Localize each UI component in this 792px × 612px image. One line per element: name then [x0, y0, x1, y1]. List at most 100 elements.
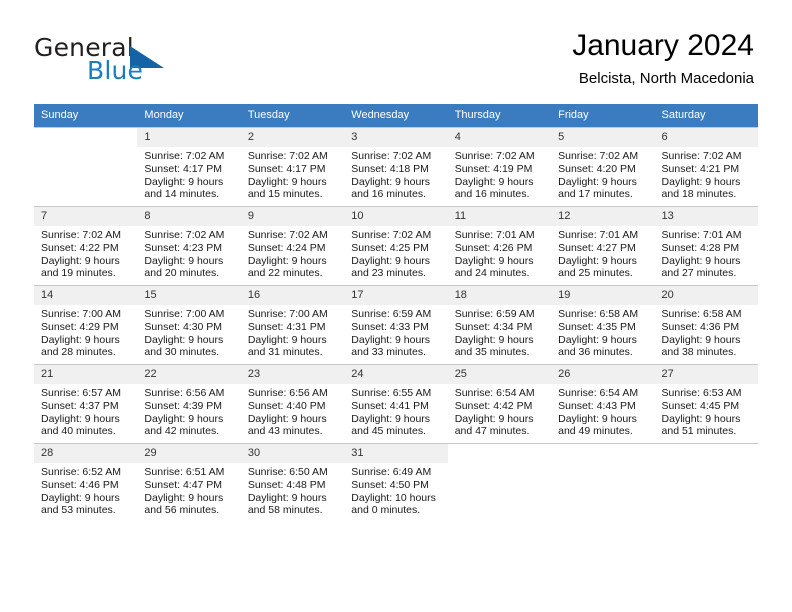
day-number: 27 [654, 365, 758, 384]
daylight-text-line2: and 27 minutes. [661, 267, 737, 280]
daylight-text-line1: Daylight: 9 hours [247, 491, 327, 504]
daylight-text-line2: and 51 minutes. [661, 425, 737, 438]
sunrise-text: Sunrise: 6:50 AM [247, 466, 328, 478]
calendar-day-cell[interactable]: 5 Sunrise: 7:02 AM Sunset: 4:20 PM Daylight… [551, 127, 655, 207]
calendar-day-cell[interactable]: 24 Sunrise: 6:55 AM Sunset: 4:41 PM Dayligh… [344, 364, 448, 444]
sunset-text: Sunset: 4:43 PM [558, 399, 636, 412]
daylight-text-line1: Daylight: 9 hours [351, 333, 431, 346]
sunset-text: Sunset: 4:26 PM [454, 241, 533, 254]
daylight-text-line1: Daylight: 9 hours [454, 254, 534, 267]
calendar-day-cell[interactable]: 16 Sunrise: 7:00 AM Sunset: 4:31 PM Dayligh… [240, 285, 345, 365]
daylight-text-line2: and 45 minutes. [351, 425, 426, 438]
calendar-day-cell[interactable]: 11 Sunrise: 7:01 AM Sunset: 4:26 PM Dayligh… [447, 206, 552, 286]
calendar-day-cell[interactable]: 14 Sunrise: 7:00 AM Sunset: 4:29 PM Dayligh… [34, 285, 138, 365]
calendar-day-cell[interactable]: 2 Sunrise: 7:02 AM Sunset: 4:17 PM Daylight… [240, 127, 345, 207]
calendar-day-cell[interactable]: 29 Sunrise: 6:51 AM Sunset: 4:47 PM Dayligh… [137, 443, 241, 522]
sunrise-text: Sunrise: 7:02 AM [558, 150, 639, 162]
sunrise-text: Sunrise: 6:59 AM [351, 308, 432, 320]
sunset-text: Sunset: 4:46 PM [41, 478, 119, 491]
day-cell-inner [655, 444, 758, 522]
day-number: 2 [240, 128, 345, 147]
day-number: 17 [344, 286, 448, 305]
calendar-day-cell[interactable]: 27 Sunrise: 6:53 AM Sunset: 4:45 PM Dayligh… [654, 364, 758, 444]
general-blue-logo[interactable]: General Blue [34, 34, 274, 92]
calendar-day-cell[interactable]: 6 Sunrise: 7:02 AM Sunset: 4:21 PM Daylight… [654, 127, 758, 207]
daylight-text-line2: and 30 minutes. [144, 346, 220, 359]
calendar-day-cell[interactable]: 20 Sunrise: 6:58 AM Sunset: 4:36 PM Dayligh… [654, 285, 758, 365]
daylight-text-line1: Daylight: 10 hours [351, 491, 436, 504]
day-cell-inner: 27 Sunrise: 6:53 AM Sunset: 4:45 PM Dayligh… [654, 365, 758, 443]
sunset-text: Sunset: 4:20 PM [558, 162, 636, 175]
calendar-day-cell[interactable]: 10 Sunrise: 7:02 AM Sunset: 4:25 PM Dayligh… [344, 206, 448, 286]
daylight-text-line2: and 25 minutes. [558, 267, 633, 280]
sunrise-text: Sunrise: 7:01 AM [661, 229, 742, 241]
day-number: 18 [447, 286, 552, 305]
calendar-day-cell[interactable]: 12 Sunrise: 7:01 AM Sunset: 4:27 PM Dayligh… [551, 206, 655, 286]
sunrise-text: Sunrise: 7:02 AM [247, 229, 328, 241]
day-details: Sunrise: 6:59 AM Sunset: 4:33 PM Daylight:… [344, 305, 447, 359]
day-cell-inner: 14 Sunrise: 7:00 AM Sunset: 4:29 PM Dayligh… [34, 286, 138, 364]
calendar-day-cell[interactable]: 22 Sunrise: 6:56 AM Sunset: 4:39 PM Dayligh… [137, 364, 241, 444]
daylight-text-line2: and 58 minutes. [247, 504, 323, 517]
day-cell-inner: 22 Sunrise: 6:56 AM Sunset: 4:39 PM Dayligh… [137, 365, 241, 443]
calendar-day-cell[interactable]: 1 Sunrise: 7:02 AM Sunset: 4:17 PM Daylight… [137, 127, 241, 207]
day-cell-inner: 31 Sunrise: 6:49 AM Sunset: 4:50 PM Dayligh… [344, 444, 448, 522]
calendar-day-cell[interactable]: 13 Sunrise: 7:01 AM Sunset: 4:28 PM Dayligh… [654, 206, 758, 286]
sunrise-text: Sunrise: 6:49 AM [351, 466, 432, 478]
daylight-text-line2: and 22 minutes. [247, 267, 323, 280]
calendar-day-cell[interactable]: 7 Sunrise: 7:02 AM Sunset: 4:22 PM Daylight… [34, 206, 138, 286]
day-number: 7 [34, 207, 138, 226]
calendar-day-cell[interactable]: 21 Sunrise: 6:57 AM Sunset: 4:37 PM Dayligh… [34, 364, 138, 444]
day-details: Sunrise: 6:53 AM Sunset: 4:45 PM Daylight:… [655, 384, 758, 438]
day-cell-inner: 9 Sunrise: 7:02 AM Sunset: 4:24 PM Daylight… [240, 207, 345, 285]
daylight-text-line1: Daylight: 9 hours [144, 412, 224, 425]
calendar-day-cell[interactable]: 4 Sunrise: 7:02 AM Sunset: 4:19 PM Daylight… [447, 127, 552, 207]
day-number: 26 [551, 365, 655, 384]
sunset-text: Sunset: 4:36 PM [661, 320, 740, 333]
daylight-text-line2: and 53 minutes. [41, 504, 116, 517]
day-number: 16 [240, 286, 345, 305]
calendar-day-cell[interactable]: 9 Sunrise: 7:02 AM Sunset: 4:24 PM Daylight… [240, 206, 345, 286]
daylight-text-line1: Daylight: 9 hours [41, 491, 120, 504]
sunset-text: Sunset: 4:33 PM [351, 320, 429, 333]
day-details: Sunrise: 6:54 AM Sunset: 4:43 PM Daylight:… [551, 384, 654, 438]
sunset-text: Sunset: 4:28 PM [661, 241, 740, 254]
day-cell-inner: 8 Sunrise: 7:02 AM Sunset: 4:23 PM Daylight… [137, 207, 241, 285]
calendar-day-cell[interactable]: 17 Sunrise: 6:59 AM Sunset: 4:33 PM Dayligh… [344, 285, 448, 365]
day-cell-inner: 10 Sunrise: 7:02 AM Sunset: 4:25 PM Dayligh… [344, 207, 448, 285]
daylight-text-line2: and 33 minutes. [351, 346, 426, 359]
weekday-header-tuesday: Tuesday [240, 104, 345, 128]
calendar-day-cell[interactable]: 30 Sunrise: 6:50 AM Sunset: 4:48 PM Dayligh… [240, 443, 345, 522]
calendar-day-cell[interactable]: 25 Sunrise: 6:54 AM Sunset: 4:42 PM Dayligh… [447, 364, 552, 444]
day-details: Sunrise: 6:51 AM Sunset: 4:47 PM Daylight:… [137, 463, 240, 517]
daylight-text-line1: Daylight: 9 hours [661, 254, 741, 267]
calendar-day-cell[interactable]: 3 Sunrise: 7:02 AM Sunset: 4:18 PM Daylight… [344, 127, 448, 207]
day-number: 23 [240, 365, 345, 384]
calendar-day-cell[interactable]: 15 Sunrise: 7:00 AM Sunset: 4:30 PM Dayligh… [137, 285, 241, 365]
calendar-day-cell[interactable]: 19 Sunrise: 6:58 AM Sunset: 4:35 PM Dayligh… [551, 285, 655, 365]
sunrise-text: Sunrise: 7:02 AM [41, 229, 121, 241]
daylight-text-line2: and 56 minutes. [144, 504, 220, 517]
day-cell-inner [448, 444, 551, 522]
calendar-day-cell[interactable]: 26 Sunrise: 6:54 AM Sunset: 4:43 PM Dayligh… [551, 364, 655, 444]
daylight-text-line2: and 42 minutes. [144, 425, 220, 438]
calendar-day-cell[interactable]: 23 Sunrise: 6:56 AM Sunset: 4:40 PM Dayligh… [240, 364, 345, 444]
day-details: Sunrise: 7:02 AM Sunset: 4:17 PM Daylight:… [241, 147, 344, 201]
calendar-day-cell[interactable]: 28 Sunrise: 6:52 AM Sunset: 4:46 PM Dayligh… [34, 443, 138, 522]
day-number: 22 [137, 365, 241, 384]
daylight-text-line1: Daylight: 9 hours [144, 254, 224, 267]
day-details: Sunrise: 6:56 AM Sunset: 4:39 PM Daylight:… [137, 384, 240, 438]
page-title: January 2024 [572, 29, 754, 62]
daylight-text-line1: Daylight: 9 hours [41, 333, 120, 346]
day-details: Sunrise: 7:02 AM Sunset: 4:21 PM Daylight:… [655, 147, 758, 201]
calendar-day-cell[interactable]: 8 Sunrise: 7:02 AM Sunset: 4:23 PM Daylight… [137, 206, 241, 286]
day-cell-inner: 21 Sunrise: 6:57 AM Sunset: 4:37 PM Dayligh… [34, 365, 138, 443]
day-number: 11 [447, 207, 552, 226]
calendar-day-cell[interactable]: 18 Sunrise: 6:59 AM Sunset: 4:34 PM Dayligh… [447, 285, 552, 365]
calendar-day-cell[interactable]: 31 Sunrise: 6:49 AM Sunset: 4:50 PM Dayligh… [344, 443, 448, 522]
daylight-text-line2: and 28 minutes. [41, 346, 116, 359]
daylight-text-line2: and 47 minutes. [454, 425, 530, 438]
day-details: Sunrise: 6:58 AM Sunset: 4:36 PM Daylight:… [655, 305, 758, 359]
daylight-text-line1: Daylight: 9 hours [661, 175, 741, 188]
calendar-page: General Blue January 2024 Belcista, Nort… [0, 0, 792, 612]
